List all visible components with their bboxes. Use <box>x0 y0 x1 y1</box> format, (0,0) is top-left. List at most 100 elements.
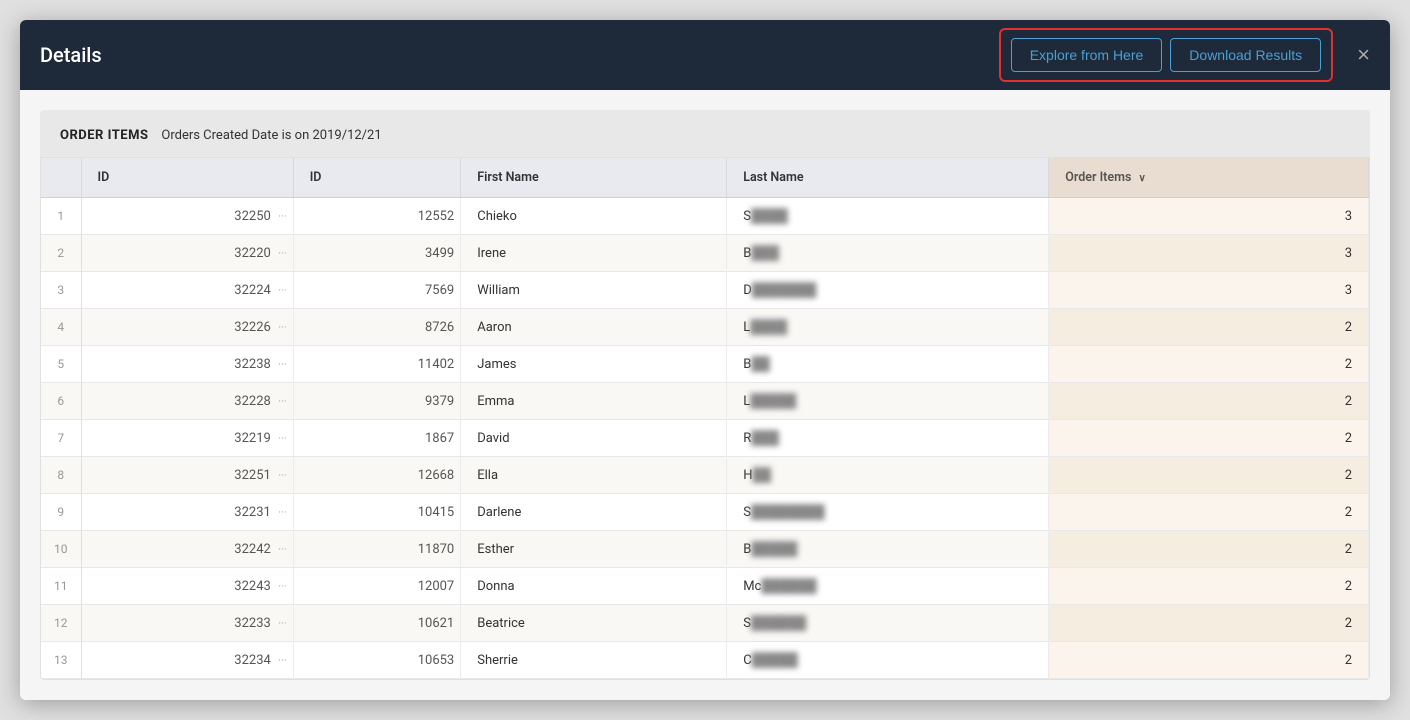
table-row: 1332234 ···10653SherrieC█████2 <box>41 642 1369 679</box>
cell-order-items: 2 <box>1049 642 1369 679</box>
col-header-order-items[interactable]: Order Items ∨ <box>1049 158 1369 198</box>
cell-row-num: 1 <box>41 198 81 235</box>
cell-last-name: S██████ <box>727 605 1049 642</box>
table-row: 932231 ···10415DarleneS████████2 <box>41 494 1369 531</box>
cell-order-items: 2 <box>1049 346 1369 383</box>
cell-row-num: 5 <box>41 346 81 383</box>
header-actions-group: Explore from Here Download Results <box>999 28 1333 82</box>
close-button[interactable]: × <box>1357 44 1370 66</box>
cell-row-num: 13 <box>41 642 81 679</box>
cell-customer-id: 7569 <box>293 272 461 309</box>
section-header: ORDER ITEMS Orders Created Date is on 20… <box>40 110 1370 157</box>
cell-customer-id: 3499 <box>293 235 461 272</box>
cell-first-name: James <box>461 346 727 383</box>
cell-order-id: 32220 ··· <box>81 235 293 272</box>
table-row: 1232233 ···10621BeatriceS██████2 <box>41 605 1369 642</box>
cell-last-name: C█████ <box>727 642 1049 679</box>
download-results-button[interactable]: Download Results <box>1170 38 1321 72</box>
col-header-customer-id[interactable]: ID <box>293 158 461 198</box>
cell-order-id: 32238 ··· <box>81 346 293 383</box>
cell-order-id: 32233 ··· <box>81 605 293 642</box>
section-tag: ORDER ITEMS <box>60 128 148 143</box>
table-row: 332224 ···7569WilliamD███████3 <box>41 272 1369 309</box>
cell-last-name: S████ <box>727 198 1049 235</box>
cell-last-name: B███ <box>727 235 1049 272</box>
cell-order-items: 2 <box>1049 605 1369 642</box>
modal-body: ORDER ITEMS Orders Created Date is on 20… <box>20 90 1390 700</box>
table-row: 132250 ···12552ChiekoS████3 <box>41 198 1369 235</box>
table-row: 1132243 ···12007DonnaMc██████2 <box>41 568 1369 605</box>
cell-customer-id: 10415 <box>293 494 461 531</box>
modal-container: Details Explore from Here Download Resul… <box>20 20 1390 700</box>
cell-first-name: Beatrice <box>461 605 727 642</box>
cell-last-name: H██ <box>727 457 1049 494</box>
cell-last-name: Mc██████ <box>727 568 1049 605</box>
cell-customer-id: 11402 <box>293 346 461 383</box>
cell-row-num: 11 <box>41 568 81 605</box>
cell-customer-id: 11870 <box>293 531 461 568</box>
cell-last-name: B█████ <box>727 531 1049 568</box>
col-header-first-name[interactable]: First Name <box>461 158 727 198</box>
cell-order-items: 3 <box>1049 272 1369 309</box>
cell-first-name: Chieko <box>461 198 727 235</box>
cell-order-id: 32243 ··· <box>81 568 293 605</box>
cell-last-name: L█████ <box>727 383 1049 420</box>
table-row: 632228 ···9379EmmaL█████2 <box>41 383 1369 420</box>
cell-customer-id: 1867 <box>293 420 461 457</box>
cell-order-id: 32226 ··· <box>81 309 293 346</box>
cell-row-num: 2 <box>41 235 81 272</box>
cell-order-items: 2 <box>1049 568 1369 605</box>
data-table: ID ID First Name Last Name Order Items ∨… <box>41 158 1369 679</box>
cell-last-name: S████████ <box>727 494 1049 531</box>
sort-desc-icon: ∨ <box>1138 173 1145 184</box>
cell-first-name: Irene <box>461 235 727 272</box>
table-row: 732219 ···1867DavidR███2 <box>41 420 1369 457</box>
col-header-rownum <box>41 158 81 198</box>
cell-row-num: 12 <box>41 605 81 642</box>
cell-customer-id: 10653 <box>293 642 461 679</box>
table-row: 532238 ···11402JamesB██2 <box>41 346 1369 383</box>
table-row: 232220 ···3499IreneB███3 <box>41 235 1369 272</box>
cell-customer-id: 10621 <box>293 605 461 642</box>
table-row: 1032242 ···11870EstherB█████2 <box>41 531 1369 568</box>
cell-order-id: 32224 ··· <box>81 272 293 309</box>
table-row: 432226 ···8726AaronL████2 <box>41 309 1369 346</box>
modal-header: Details Explore from Here Download Resul… <box>20 20 1390 90</box>
cell-customer-id: 9379 <box>293 383 461 420</box>
cell-first-name: Esther <box>461 531 727 568</box>
cell-order-items: 3 <box>1049 235 1369 272</box>
cell-order-id: 32251 ··· <box>81 457 293 494</box>
col-header-order-id[interactable]: ID <box>81 158 293 198</box>
cell-customer-id: 12552 <box>293 198 461 235</box>
cell-customer-id: 12668 <box>293 457 461 494</box>
cell-customer-id: 12007 <box>293 568 461 605</box>
cell-row-num: 10 <box>41 531 81 568</box>
cell-first-name: William <box>461 272 727 309</box>
cell-first-name: David <box>461 420 727 457</box>
cell-first-name: Emma <box>461 383 727 420</box>
col-header-last-name[interactable]: Last Name <box>727 158 1049 198</box>
cell-row-num: 4 <box>41 309 81 346</box>
cell-order-id: 32242 ··· <box>81 531 293 568</box>
cell-order-items: 2 <box>1049 494 1369 531</box>
cell-row-num: 7 <box>41 420 81 457</box>
cell-first-name: Ella <box>461 457 727 494</box>
cell-order-id: 32250 ··· <box>81 198 293 235</box>
cell-first-name: Sherrie <box>461 642 727 679</box>
cell-first-name: Aaron <box>461 309 727 346</box>
cell-order-id: 32228 ··· <box>81 383 293 420</box>
cell-customer-id: 8726 <box>293 309 461 346</box>
data-table-container: ID ID First Name Last Name Order Items ∨… <box>40 157 1370 680</box>
explore-from-here-button[interactable]: Explore from Here <box>1011 38 1163 72</box>
cell-last-name: B██ <box>727 346 1049 383</box>
cell-row-num: 9 <box>41 494 81 531</box>
cell-order-items: 3 <box>1049 198 1369 235</box>
cell-order-items: 2 <box>1049 383 1369 420</box>
table-row: 832251 ···12668EllaH██2 <box>41 457 1369 494</box>
modal-title: Details <box>40 43 102 67</box>
cell-row-num: 8 <box>41 457 81 494</box>
cell-order-items: 2 <box>1049 420 1369 457</box>
cell-first-name: Darlene <box>461 494 727 531</box>
cell-order-id: 32219 ··· <box>81 420 293 457</box>
cell-last-name: D███████ <box>727 272 1049 309</box>
